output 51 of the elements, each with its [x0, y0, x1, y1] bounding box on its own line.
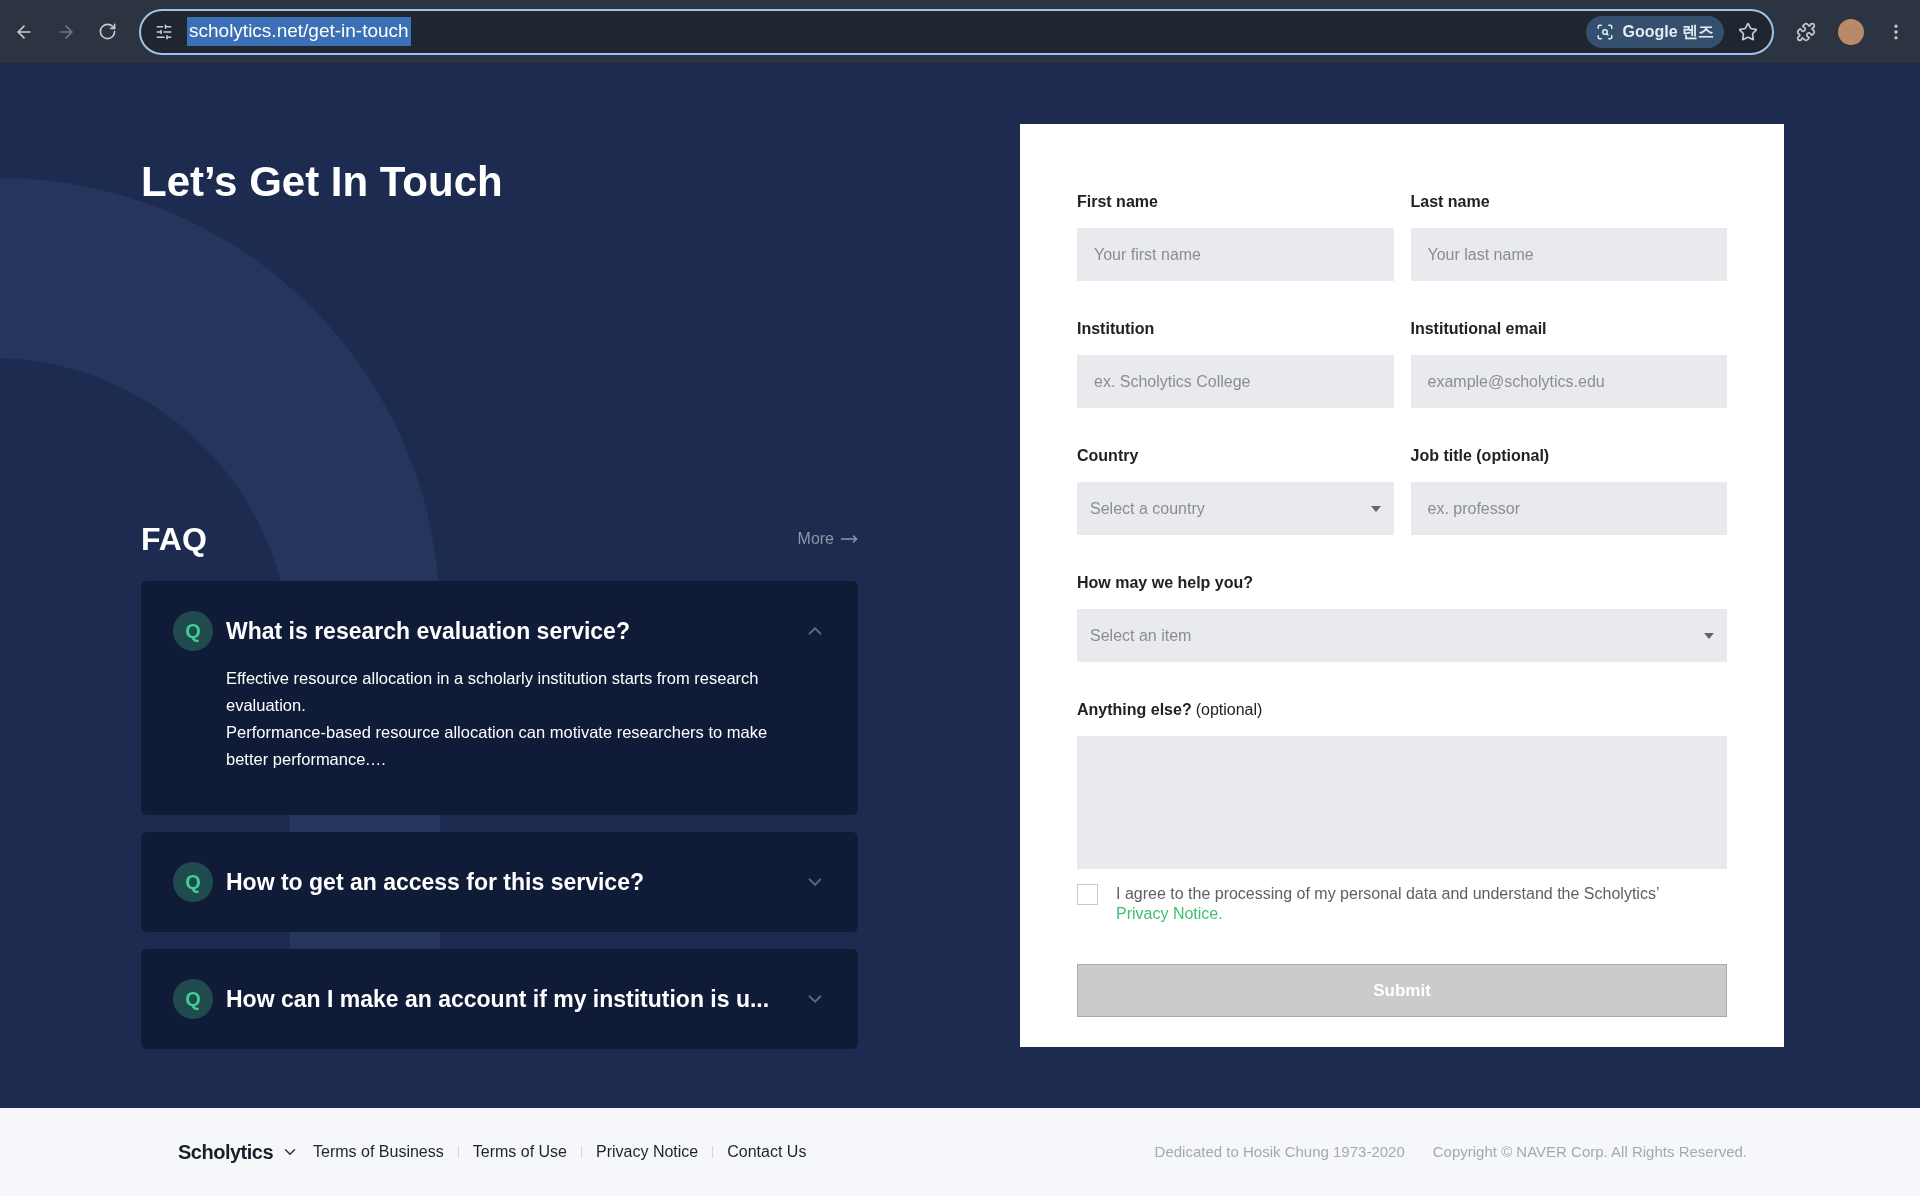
footer-link[interactable]: Contact Us [727, 1140, 807, 1164]
url-text: scholytics.net/get-in-touch [187, 17, 411, 46]
dedication-text: Dedicated to Hosik Chung 1973-2020 [1154, 1141, 1405, 1162]
input-field[interactable]: ex. Scholytics College [1077, 355, 1394, 408]
extensions-icon[interactable] [1796, 21, 1816, 42]
faq-question: How to get an access for this service? [226, 867, 645, 897]
caret-icon [1370, 505, 1381, 512]
faq-answer: Effective resource allocation in a scholarly institution starts from research evaluation. [226, 668, 760, 716]
address-bar[interactable]: scholytics.net/get-in-touch Google 렌즈 [139, 8, 1774, 55]
select-placeholder: Select an item [1090, 625, 1192, 646]
field-label: How may we help you? [1077, 573, 1255, 593]
faq-card[interactable]: Q How to get an access for this service? [141, 832, 858, 932]
select-placeholder: Select a country [1090, 498, 1205, 519]
lens-icon [1596, 22, 1615, 41]
field-label: Anything else? [1077, 700, 1192, 720]
profile-avatar[interactable] [1838, 18, 1864, 45]
brand-logo[interactable]: Scholytics [178, 1137, 274, 1167]
optional-note: (optional) [1195, 700, 1263, 720]
field-label: Last name [1410, 192, 1491, 212]
lens-chip[interactable]: Google 렌즈 [1586, 15, 1724, 48]
faq-card[interactable] [141, 581, 858, 815]
more-link[interactable]: More [797, 527, 858, 551]
field-label: Institutional email [1410, 319, 1548, 339]
field-label: First name [1077, 192, 1159, 212]
input-field[interactable]: Your last name [1410, 228, 1727, 281]
footer-link[interactable]: Terms of Use [472, 1140, 567, 1164]
page-heading: Let’s Get In Touch [141, 161, 504, 203]
faq-question: What is research evaluation service? [226, 616, 631, 646]
field-label: Job title (optional) [1410, 446, 1551, 466]
site-settings-icon[interactable] [155, 22, 173, 41]
reload-icon[interactable] [98, 22, 117, 41]
consent-text: I agree to the processing of my personal data and understand the Scholytics’ Privacy Notice. [1116, 884, 1660, 924]
input-field[interactable]: Your first name [1077, 228, 1394, 281]
faq-title: FAQ [141, 520, 207, 559]
footer-link[interactable]: Privacy Notice [596, 1140, 699, 1164]
q-badge: Q [173, 862, 213, 902]
lens-label: Google 렌즈 [1622, 21, 1714, 42]
caret-icon [1704, 632, 1714, 639]
footer-link[interactable]: Terms of Business [313, 1140, 444, 1164]
bookmark-icon[interactable] [1738, 21, 1758, 42]
faq-question: How can I make an account if my institution is u... [226, 984, 771, 1014]
field-label: Institution [1077, 319, 1156, 339]
consent-checkbox[interactable] [1077, 884, 1098, 905]
q-badge: Q [173, 611, 213, 651]
q-badge: Q [173, 979, 213, 1019]
field-label: Country [1077, 446, 1140, 466]
input-field[interactable]: ex. professor [1410, 482, 1727, 535]
copyright-text: Copyright © NAVER Corp. All Rights Reserved. [1432, 1141, 1747, 1162]
input-field[interactable]: example@scholytics.edu [1410, 355, 1727, 408]
faq-answer: Performance-based resource allocation can motivate researchers to make better performance.… [226, 722, 769, 770]
faq-card[interactable]: Q How can I make an account if my institution is u... [141, 949, 858, 1049]
